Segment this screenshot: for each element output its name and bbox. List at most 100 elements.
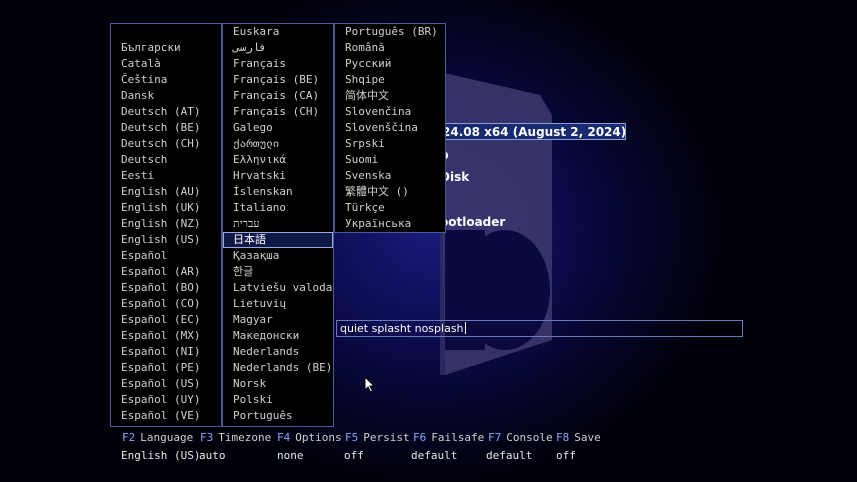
language-option[interactable]: Nederlands (BE)	[223, 360, 333, 376]
fkey-label: Options	[295, 431, 342, 444]
language-option[interactable]: Español (VE)	[111, 408, 221, 424]
language-option[interactable]: Shqipe	[335, 72, 445, 88]
fkey-label: Failsafe	[431, 431, 485, 444]
fkey-value: off	[344, 449, 364, 462]
fkey-code: F7	[488, 431, 502, 444]
language-option[interactable]: עברית	[223, 216, 333, 232]
language-option[interactable]: Español (UY)	[111, 392, 221, 408]
fkey-code: F6	[413, 431, 427, 444]
language-option[interactable]: Français (CH)	[223, 104, 333, 120]
fkey-value: English (US)	[121, 449, 201, 462]
language-option[interactable]: Español (AR)	[111, 264, 221, 280]
fkey-code: F8	[556, 431, 570, 444]
fkey-value: default	[411, 449, 458, 462]
language-option[interactable]: Español (CO)	[111, 296, 221, 312]
fkey-label: Persist	[363, 431, 410, 444]
language-option[interactable]: Deutsch (CH)	[111, 136, 221, 152]
fkey-label: Console	[506, 431, 553, 444]
boot-menu-item-3[interactable]: ootloader	[440, 215, 505, 229]
language-option[interactable]: Polski	[223, 392, 333, 408]
fkey-code: F5	[345, 431, 359, 444]
fkey-code: F4	[277, 431, 291, 444]
text-caret	[464, 322, 466, 334]
language-option[interactable]: English (US)	[111, 232, 221, 248]
fkey-value: auto	[199, 449, 226, 462]
language-option[interactable]: Français	[223, 56, 333, 72]
language-option[interactable]: Galego	[223, 120, 333, 136]
mouse-pointer-icon	[364, 376, 376, 393]
language-option[interactable]: Македонски	[223, 328, 333, 344]
language-option[interactable]: Magyar	[223, 312, 333, 328]
language-option[interactable]: Български	[111, 40, 221, 56]
language-option[interactable]: Deutsch (AT)	[111, 104, 221, 120]
language-option[interactable]: ქართული	[223, 136, 333, 152]
language-option[interactable]: Español (NI)	[111, 344, 221, 360]
language-option[interactable]: Svenska	[335, 168, 445, 184]
function-key-values: English (US) auto none off default default off	[0, 449, 857, 463]
language-option[interactable]: 简体中文	[335, 88, 445, 104]
language-option[interactable]: Ελληνικά	[223, 152, 333, 168]
language-option[interactable]: Español (EC)	[111, 312, 221, 328]
language-option[interactable]: Norsk	[223, 376, 333, 392]
language-option[interactable]: Français (CA)	[223, 88, 333, 104]
language-option[interactable]: Türkçe	[335, 200, 445, 216]
fkey-f4[interactable]: F4 Options	[277, 431, 342, 444]
fkey-f6[interactable]: F6 Failsafe	[413, 431, 484, 444]
boot-menu-title: 24.08 x64 (August 2, 2024)	[436, 123, 626, 140]
language-column-3: Português (BR) Română Русский Shqipe 简体中文 Slo…	[334, 23, 446, 233]
language-option[interactable]: English (AU)	[111, 184, 221, 200]
fkey-label: Timezone	[218, 431, 272, 444]
language-option[interactable]: Català	[111, 56, 221, 72]
language-option[interactable]: Eesti	[111, 168, 221, 184]
language-option[interactable]: 日本語	[223, 232, 333, 248]
language-option[interactable]: Lietuvių	[223, 296, 333, 312]
language-option[interactable]: Română	[335, 40, 445, 56]
language-option[interactable]: Deutsch	[111, 152, 221, 168]
language-option[interactable]: Čeština	[111, 72, 221, 88]
language-option[interactable]: Slovenščina	[335, 120, 445, 136]
boot-options-input[interactable]: quiet splasht nosplash	[336, 320, 743, 337]
boot-options-text: quiet splasht nosplash	[340, 322, 464, 335]
language-option[interactable]: Español (PE)	[111, 360, 221, 376]
language-option[interactable]: Español (US)	[111, 376, 221, 392]
language-option[interactable]: Hrvatski	[223, 168, 333, 184]
fkey-label: Language	[140, 431, 194, 444]
language-option[interactable]: English (NZ)	[111, 216, 221, 232]
language-option[interactable]: English (UK)	[111, 200, 221, 216]
function-key-bar: F2 Language F3 Timezone F4 Options F5 Persist F6…	[0, 431, 857, 445]
language-option[interactable]: Français (BE)	[223, 72, 333, 88]
language-option[interactable]: Nederlands	[223, 344, 333, 360]
language-option[interactable]: Euskara	[223, 24, 333, 40]
language-option[interactable]: Español	[111, 248, 221, 264]
fkey-f2[interactable]: F2 Language	[122, 431, 193, 444]
language-column-2: Euskara فارسی Français Français (BE) Françai…	[222, 23, 334, 427]
language-option[interactable]: Español (BO)	[111, 280, 221, 296]
language-option[interactable]: Русский	[335, 56, 445, 72]
language-option[interactable]: 繁體中文 ()	[335, 184, 445, 200]
fkey-value: default	[486, 449, 533, 462]
fkey-f8[interactable]: F8 Save	[556, 431, 601, 444]
fkey-value: off	[556, 449, 576, 462]
language-option[interactable]: Português	[223, 408, 333, 424]
language-option[interactable]: فارسی	[223, 40, 333, 56]
language-option[interactable]: Italiano	[223, 200, 333, 216]
language-option[interactable]: Latviešu valoda	[223, 280, 333, 296]
language-option[interactable]: Íslenskan	[223, 184, 333, 200]
language-option[interactable]: Dansk	[111, 88, 221, 104]
fkey-code: F2	[122, 431, 136, 444]
language-option[interactable]: Deutsch (BE)	[111, 120, 221, 136]
language-option[interactable]: 한글	[223, 264, 333, 280]
fkey-f5[interactable]: F5 Persist	[345, 431, 410, 444]
language-option[interactable]: Srpski	[335, 136, 445, 152]
fkey-f3[interactable]: F3 Timezone	[200, 431, 271, 444]
fkey-label: Save	[574, 431, 601, 444]
language-column-1: Български Català Čeština Dansk Deutsch (AT) D…	[110, 23, 222, 427]
fkey-f7[interactable]: F7 Console	[488, 431, 553, 444]
language-option[interactable]: Suomi	[335, 152, 445, 168]
language-option[interactable]: Português (BR)	[335, 24, 445, 40]
fkey-value: none	[277, 449, 304, 462]
language-option[interactable]: Español (MX)	[111, 328, 221, 344]
language-option[interactable]: Українська	[335, 216, 445, 232]
language-option[interactable]: Қазақша	[223, 248, 333, 264]
language-option[interactable]: Slovenčina	[335, 104, 445, 120]
